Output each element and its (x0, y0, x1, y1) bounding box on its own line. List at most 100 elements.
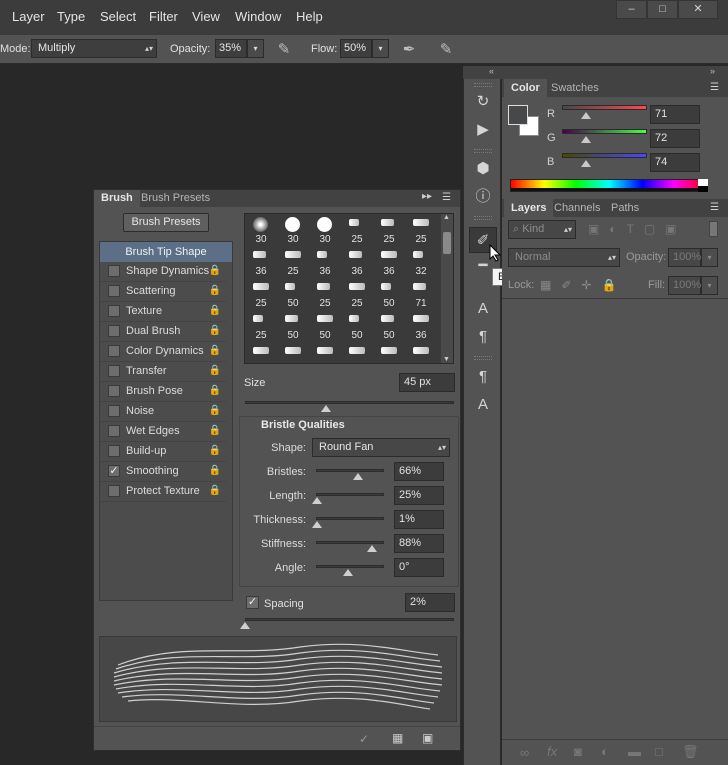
checkbox[interactable]: ✓ (108, 465, 120, 477)
lock-icon[interactable]: 🔒 (208, 484, 222, 498)
bristle-row-slider-thumb[interactable] (367, 545, 377, 552)
lock-icon[interactable]: 🔒 (208, 424, 222, 438)
brush-tip-cell[interactable]: 50 (373, 278, 405, 310)
lock-icon[interactable]: 🔒 (208, 344, 222, 358)
brush-tip-cell[interactable]: 32 (405, 246, 437, 278)
menu-view[interactable]: View (192, 9, 220, 24)
lock-icon[interactable]: 🔒 (208, 304, 222, 318)
brush-tip-cell[interactable]: 30 (277, 214, 309, 246)
checkbox[interactable] (108, 405, 120, 417)
b-value-input[interactable]: 74 (650, 153, 700, 172)
size-input[interactable]: 45 px (399, 373, 455, 392)
new-group-icon[interactable]: ▬ (628, 744, 641, 759)
brush-tip-cell[interactable]: 25 (341, 214, 373, 246)
flow-input[interactable]: 50% (340, 39, 372, 58)
checkbox[interactable] (108, 305, 120, 317)
brush-tip-cell[interactable] (277, 342, 309, 363)
bristle-row-value[interactable]: 66% (394, 462, 444, 481)
toggle-bristle-preview-icon[interactable]: ✓ (359, 732, 369, 746)
brush-tip-cell[interactable]: 25 (373, 214, 405, 246)
brush-option-protect-texture[interactable]: Protect Texture 🔒 (100, 482, 226, 502)
panel-menu-icon[interactable]: ☰ (442, 193, 456, 203)
lock-icons[interactable]: ▦✐✛🔒 (540, 278, 626, 292)
layer-filter-dropdown[interactable]: ⌕ Kind ▴▾ (508, 220, 576, 239)
airbrush-icon[interactable]: ✒ (400, 41, 418, 59)
brush-tip-cell[interactable]: 25 (341, 278, 373, 310)
delete-layer-icon[interactable]: 🗑 (682, 744, 699, 760)
size-slider-thumb[interactable] (321, 405, 331, 412)
scroll-up-icon[interactable]: ▲ (443, 214, 450, 221)
lock-icon[interactable]: 🔒 (208, 284, 222, 298)
brush-tip-cell[interactable] (309, 342, 341, 363)
create-new-brush-icon[interactable]: ▣ (422, 731, 433, 745)
menu-filter[interactable]: Filter (149, 9, 178, 24)
brush-tip-cell[interactable] (405, 342, 437, 363)
bristle-row-slider[interactable] (316, 517, 384, 520)
collapse-left-icon[interactable]: « (489, 66, 494, 76)
checkbox[interactable] (108, 325, 120, 337)
brush-tip-cell[interactable]: 36 (341, 246, 373, 278)
brush-tip-cell[interactable]: 25 (277, 246, 309, 278)
new-layer-icon[interactable]: □ (655, 744, 663, 759)
bristle-row-value[interactable]: 88% (394, 534, 444, 553)
tab-brush[interactable]: Brush (94, 190, 140, 207)
brush-option-wet-edges[interactable]: Wet Edges 🔒 (100, 422, 226, 442)
bristle-shape-dropdown[interactable]: Round Fan ▴▾ (312, 438, 450, 457)
checkbox[interactable] (108, 385, 120, 397)
lock-icon[interactable]: 🔒 (208, 324, 222, 338)
lock-icon[interactable]: 🔒 (208, 404, 222, 418)
brush-option-noise[interactable]: Noise 🔒 (100, 402, 226, 422)
panel-menu-icon[interactable]: ☰ (710, 203, 724, 213)
brush-option-texture[interactable]: Texture 🔒 (100, 302, 226, 322)
bristle-row-slider[interactable] (316, 565, 384, 568)
brush-option-shape-dynamics[interactable]: Shape Dynamics 🔒 (100, 262, 226, 282)
brush-tip-cell[interactable] (341, 342, 373, 363)
spacing-input[interactable]: 2% (405, 593, 455, 612)
brush-tip-cell[interactable] (373, 342, 405, 363)
brush-tip-cell[interactable]: 50 (341, 310, 373, 342)
brush-tip-cell[interactable]: 25 (245, 310, 277, 342)
menu-window[interactable]: Window (235, 9, 281, 24)
b-slider-thumb[interactable] (581, 160, 591, 167)
character-icon[interactable]: A (473, 299, 493, 319)
black-swatch[interactable] (698, 186, 708, 192)
opacity-dropdown-button[interactable]: ▾ (247, 39, 264, 58)
menu-help[interactable]: Help (296, 9, 323, 24)
bristle-row-slider-thumb[interactable] (312, 521, 322, 528)
checkbox[interactable] (108, 345, 120, 357)
collapse-right-icon[interactable]: » (710, 66, 715, 76)
filter-toggle-switch[interactable] (709, 221, 718, 237)
brush-tip-cell[interactable]: 25 (309, 278, 341, 310)
white-swatch[interactable] (698, 179, 708, 186)
mode-dropdown[interactable]: Multiply ▴▾ (31, 39, 157, 58)
brush-tip-cell[interactable]: 50 (373, 310, 405, 342)
opacity-input[interactable]: 35% (215, 39, 247, 58)
size-slider[interactable] (245, 401, 454, 404)
lock-icon[interactable]: 🔒 (208, 464, 222, 478)
bristle-row-slider[interactable] (316, 493, 384, 496)
bristle-row-slider-thumb[interactable] (353, 473, 363, 480)
tab-color[interactable]: Color (504, 79, 547, 97)
menu-type[interactable]: Type (57, 9, 85, 24)
brush-option-transfer[interactable]: Transfer 🔒 (100, 362, 226, 382)
layer-opacity-dropdown-button[interactable]: ▾ (701, 248, 718, 267)
brush-option-color-dynamics[interactable]: Color Dynamics 🔒 (100, 342, 226, 362)
maximize-button[interactable]: □ (647, 0, 678, 19)
checkbox[interactable] (108, 285, 120, 297)
layer-opacity-input[interactable]: 100% (668, 248, 701, 267)
checkbox[interactable] (108, 365, 120, 377)
menu-layer[interactable]: Layer (12, 9, 45, 24)
link-layers-icon[interactable]: ∞ (520, 745, 529, 760)
bristle-row-value[interactable]: 0° (394, 558, 444, 577)
b-slider[interactable] (562, 153, 647, 158)
brush-tip-shape-item[interactable]: Brush Tip Shape (100, 242, 232, 262)
tip-grid-scrollbar[interactable]: ▲ ▼ (441, 214, 453, 363)
tab-swatches[interactable]: Swatches (544, 79, 606, 97)
tab-brush-presets[interactable]: Brush Presets (134, 190, 217, 207)
brush-tip-cell[interactable]: 25 (245, 278, 277, 310)
history-icon[interactable]: ↻ (473, 92, 493, 112)
spacing-slider[interactable] (245, 618, 454, 621)
r-value-input[interactable]: 71 (650, 105, 700, 124)
r-slider-thumb[interactable] (581, 112, 591, 119)
checkbox[interactable] (108, 485, 120, 497)
